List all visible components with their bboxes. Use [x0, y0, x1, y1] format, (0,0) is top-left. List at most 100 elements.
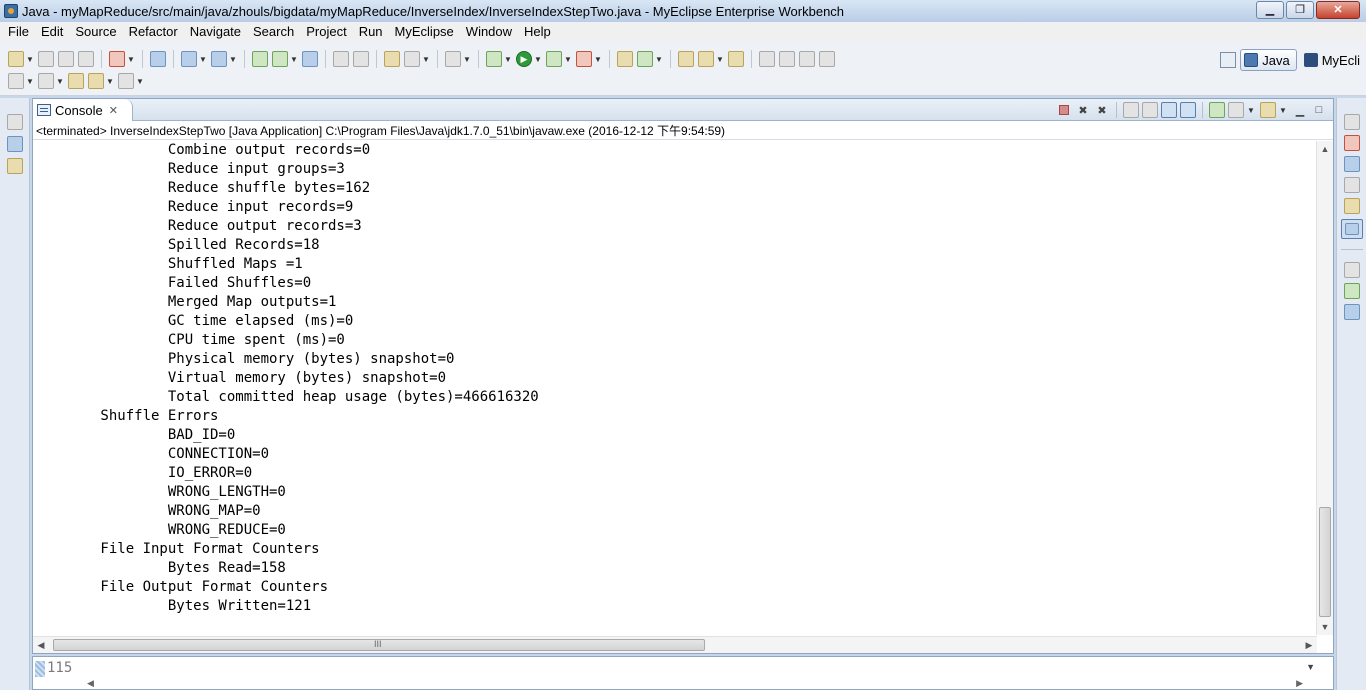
open-project-icon[interactable] [728, 51, 744, 67]
menu-project[interactable]: Project [300, 22, 352, 42]
new-class-icon[interactable] [617, 51, 633, 67]
editor-dropdown-icon[interactable]: ▼ [1306, 662, 1315, 672]
show-on-stderr-icon[interactable] [1180, 102, 1196, 118]
previous-annotation-icon[interactable] [38, 73, 54, 89]
maximize-button[interactable]: ❐ [1286, 1, 1314, 19]
scroll-left-icon[interactable]: ◀ [87, 678, 94, 689]
menu-source[interactable]: Source [69, 22, 122, 42]
restore-icon[interactable] [1343, 114, 1360, 130]
menu-navigate[interactable]: Navigate [184, 22, 247, 42]
menu-window[interactable]: Window [460, 22, 518, 42]
scroll-right-icon[interactable]: ▶ [1296, 678, 1303, 689]
back-nav-icon[interactable] [333, 51, 349, 67]
task-list-icon[interactable] [1343, 304, 1360, 320]
show-on-stdout-icon[interactable] [1161, 102, 1177, 118]
java-perspective-button[interactable]: Java [1240, 49, 1297, 71]
open-console-icon[interactable] [1260, 102, 1276, 118]
new-package-icon[interactable] [211, 51, 227, 67]
scroll-left-icon[interactable]: ◀ [33, 637, 49, 653]
java-project-dropdown-icon[interactable]: ▼ [199, 51, 207, 67]
display-console-dropdown-icon[interactable]: ▼ [1247, 102, 1255, 118]
debug-dropdown-icon[interactable]: ▼ [504, 51, 512, 67]
menu-help[interactable]: Help [518, 22, 557, 42]
menu-myeclipse[interactable]: MyEclipse [389, 22, 460, 42]
minimize-view-icon[interactable]: ▁ [1292, 102, 1308, 118]
javadoc-icon[interactable] [1343, 156, 1360, 172]
paragraph-icon[interactable] [819, 51, 835, 67]
remove-launch-icon[interactable]: ✖ [1075, 102, 1091, 118]
new-icon[interactable] [8, 51, 24, 67]
pencil-icon[interactable] [779, 51, 795, 67]
scroll-down-icon[interactable]: ▼ [1317, 619, 1333, 635]
new-server-icon[interactable] [109, 51, 125, 67]
server-dropdown-icon[interactable]: ▼ [127, 51, 135, 67]
previous-annotation-dropdown-icon[interactable]: ▼ [56, 73, 64, 89]
open-console-icon[interactable] [150, 51, 166, 67]
clear-console-icon[interactable] [1123, 102, 1139, 118]
open-folder-icon[interactable] [678, 51, 694, 67]
browser-icon[interactable] [302, 51, 318, 67]
external-tools-dropdown-icon[interactable]: ▼ [594, 51, 602, 67]
horizontal-scrollbar[interactable]: ◀ III ▶ [33, 636, 1317, 653]
menu-run[interactable]: Run [353, 22, 389, 42]
menu-file[interactable]: File [2, 22, 35, 42]
forward-nav-icon[interactable] [353, 51, 369, 67]
next-annotation-dropdown-icon[interactable]: ▼ [26, 73, 34, 89]
hierarchy-icon[interactable] [6, 158, 23, 174]
scroll-up-icon[interactable]: ▲ [1317, 141, 1333, 157]
new-dropdown-icon[interactable]: ▼ [26, 51, 34, 67]
forward-icon[interactable] [118, 73, 134, 89]
new-java-project-icon[interactable] [181, 51, 197, 67]
close-button[interactable]: ✕ [1316, 1, 1360, 19]
maximize-view-icon[interactable]: □ [1311, 102, 1327, 118]
back-icon[interactable] [88, 73, 104, 89]
display-console-icon[interactable] [1228, 102, 1244, 118]
close-tab-icon[interactable]: ✕ [109, 104, 118, 117]
run-dropdown-icon[interactable]: ▼ [534, 51, 542, 67]
open-console-dropdown-icon[interactable]: ▼ [1279, 102, 1287, 118]
pin-icon[interactable] [759, 51, 775, 67]
last-edit-icon[interactable] [68, 73, 84, 89]
next-annotation-icon[interactable] [8, 73, 24, 89]
vertical-scrollbar[interactable]: ▲ ▼ [1316, 141, 1333, 635]
minimize-button[interactable]: ▁ [1256, 1, 1284, 19]
declaration-icon[interactable] [1343, 177, 1360, 193]
restore-icon[interactable] [6, 114, 23, 130]
run-icon[interactable]: ▶ [516, 51, 532, 67]
brush-icon[interactable] [698, 51, 714, 67]
forward-dropdown-icon[interactable]: ▼ [136, 73, 144, 89]
console-output[interactable]: Combine output records=0 Reduce input gr… [33, 141, 1317, 635]
brush-dropdown-icon[interactable]: ▼ [716, 51, 724, 67]
restore-icon[interactable] [1343, 262, 1360, 278]
search-dropdown-icon[interactable]: ▼ [422, 51, 430, 67]
terminate-icon[interactable] [1059, 105, 1069, 115]
vertical-scroll-thumb[interactable] [1319, 507, 1331, 617]
run-server-dropdown-icon[interactable]: ▼ [290, 51, 298, 67]
back-dropdown-icon[interactable]: ▼ [106, 73, 114, 89]
console-view-icon[interactable] [1340, 219, 1363, 239]
save-icon[interactable] [38, 51, 54, 67]
refresh-dropdown-icon[interactable]: ▼ [655, 51, 663, 67]
menu-refactor[interactable]: Refactor [123, 22, 184, 42]
debug-icon[interactable] [486, 51, 502, 67]
problems-icon[interactable] [1343, 135, 1360, 151]
open-type-icon[interactable] [384, 51, 400, 67]
menu-edit[interactable]: Edit [35, 22, 69, 42]
document-icon[interactable] [799, 51, 815, 67]
myeclipse-perspective-button[interactable]: MyEcli [1301, 49, 1366, 71]
outline-leaf-icon[interactable] [1343, 283, 1360, 299]
run-server-icon[interactable] [272, 51, 288, 67]
menu-search[interactable]: Search [247, 22, 300, 42]
pin-console-icon[interactable] [1209, 102, 1225, 118]
package-explorer-icon[interactable] [6, 136, 23, 152]
search-icon[interactable] [404, 51, 420, 67]
save-all-icon[interactable] [58, 51, 74, 67]
remove-all-terminated-icon[interactable]: ✖ [1094, 102, 1110, 118]
external-tools-icon[interactable] [576, 51, 592, 67]
coverage-icon[interactable] [546, 51, 562, 67]
scroll-lock-icon[interactable] [1142, 102, 1158, 118]
horizontal-scroll-thumb[interactable]: III [53, 639, 705, 651]
print-icon[interactable] [78, 51, 94, 67]
deploy-icon[interactable] [252, 51, 268, 67]
package-dropdown-icon[interactable]: ▼ [229, 51, 237, 67]
